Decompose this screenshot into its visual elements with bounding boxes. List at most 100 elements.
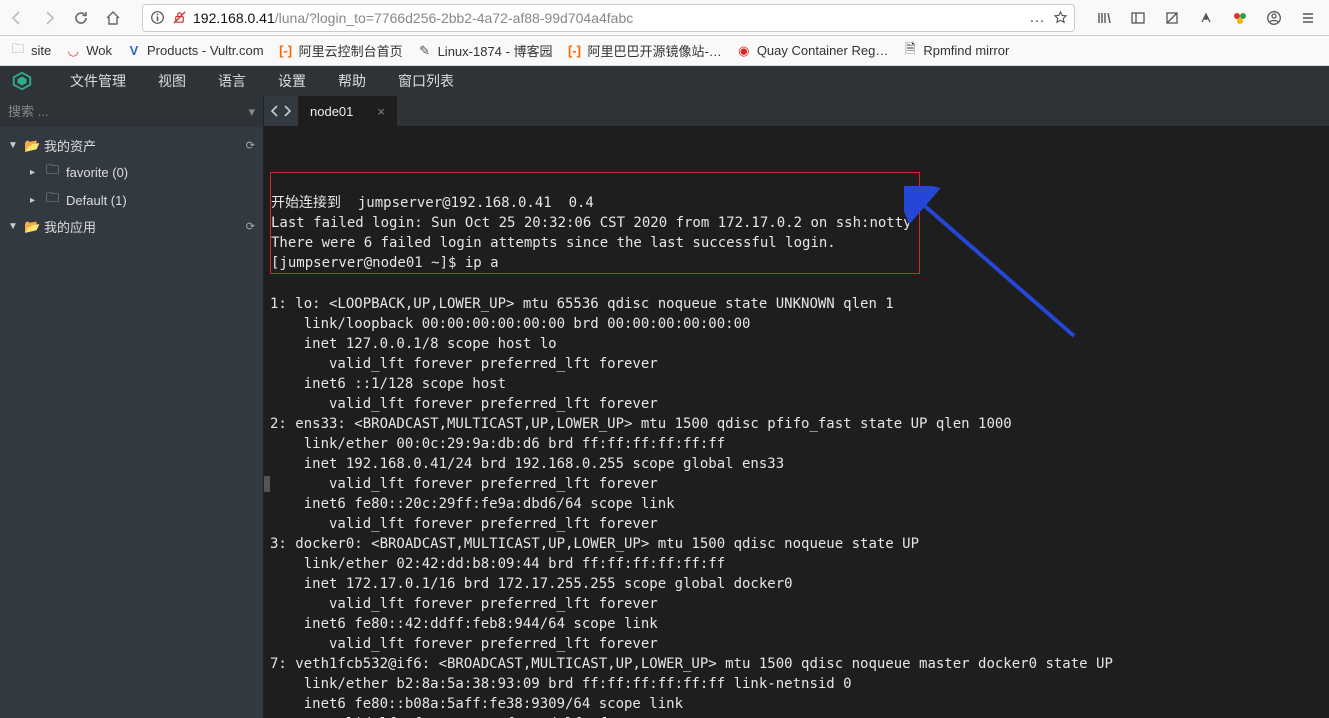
- terminal-line: inet 127.0.0.1/8 scope host lo: [270, 336, 557, 352]
- bookmark-label: Quay Container Reg…: [757, 43, 889, 58]
- close-icon[interactable]: ×: [377, 104, 385, 119]
- back-button[interactable]: [8, 9, 26, 27]
- terminal-line: valid_lft forever preferred_lft forever: [270, 356, 658, 372]
- refresh-icon[interactable]: ⟳: [246, 139, 255, 152]
- folder-icon: 🗀: [46, 189, 62, 211]
- menu-help[interactable]: 帮助: [322, 66, 382, 96]
- caret-down-icon: ▼: [8, 221, 20, 232]
- insecure-icon[interactable]: [171, 10, 187, 26]
- extension-icon-2[interactable]: [1197, 9, 1215, 27]
- terminal-line: inet6 fe80::b08a:5aff:fe38:9309/64 scope…: [270, 696, 683, 712]
- tree-node-assets[interactable]: ▼ 📂 我的资产 ⟳: [0, 133, 263, 158]
- menu-windows[interactable]: 窗口列表: [382, 66, 470, 96]
- annotation-box: 开始连接到 jumpserver@192.168.0.41 0.4 Last f…: [270, 172, 920, 274]
- tree-node-apps[interactable]: ▼ 📂 我的应用 ⟳: [0, 214, 263, 239]
- tree-label: favorite (0): [66, 165, 255, 180]
- favicon-icon: [-]: [278, 43, 294, 59]
- bookmark-aliyun[interactable]: [-] 阿里云控制台首页: [278, 41, 403, 60]
- terminal-line: valid_lft forever preferred_lft forever: [270, 636, 658, 652]
- favicon-icon: ◉: [736, 43, 752, 59]
- sidebar-icon[interactable]: [1129, 9, 1147, 27]
- bookmark-alimirror[interactable]: [-] 阿里巴巴开源镜像站-…: [566, 41, 721, 60]
- bookmark-site[interactable]: 🗀site: [10, 43, 51, 59]
- bookmarks-bar: 🗀site ◡Wok V Products - Vultr.com [-] 阿里云控…: [0, 36, 1329, 66]
- terminal-line: link/ether b2:8a:5a:38:93:09 brd ff:ff:f…: [270, 676, 852, 692]
- browser-menu-icon[interactable]: [1299, 9, 1317, 27]
- menu-lang[interactable]: 语言: [202, 66, 262, 96]
- sidebar: ▾ ▼ 📂 我的资产 ⟳ ▸ 🗀 favorite (0): [0, 96, 264, 718]
- bookmark-star-icon[interactable]: [1052, 10, 1068, 26]
- tree-label: 我的资产: [44, 136, 242, 155]
- terminal-line: link/ether 02:42:dd:b8:09:44 brd ff:ff:f…: [270, 556, 725, 572]
- refresh-icon[interactable]: ⟳: [246, 220, 255, 233]
- folder-icon: 🗀: [46, 161, 62, 183]
- bookmark-label: 阿里云控制台首页: [299, 41, 403, 60]
- terminal-line: link/ether 00:0c:29:9a:db:d6 brd ff:ff:f…: [270, 436, 725, 452]
- favicon-icon: [-]: [566, 43, 582, 59]
- terminal-line: 2: ens33: <BROADCAST,MULTICAST,UP,LOWER_…: [270, 416, 1012, 432]
- tree-node-favorite[interactable]: ▸ 🗀 favorite (0): [22, 158, 263, 186]
- folder-open-icon: 📂: [24, 219, 40, 235]
- splitter-handle[interactable]: [264, 476, 270, 492]
- menu-file[interactable]: 文件管理: [54, 66, 142, 96]
- favicon-icon: 🗎: [902, 43, 918, 59]
- terminal-line: link/loopback 00:00:00:00:00:00 brd 00:0…: [270, 316, 750, 332]
- terminal-line: 3: docker0: <BROADCAST,MULTICAST,UP,LOWE…: [270, 536, 919, 552]
- reload-button[interactable]: [72, 9, 90, 27]
- favicon-icon: ✎: [417, 43, 433, 59]
- bookmark-label: Linux-1874 - 博客园: [438, 41, 553, 60]
- tab-strip: node01 ×: [264, 96, 1329, 126]
- bookmark-rpmfind[interactable]: 🗎Rpmfind mirror: [902, 43, 1009, 59]
- bookmark-quay[interactable]: ◉ Quay Container Reg…: [736, 43, 889, 59]
- app-logo-icon[interactable]: [8, 67, 36, 95]
- library-icon[interactable]: [1095, 9, 1113, 27]
- browser-toolbar: 192.168.0.41/luna/?login_to=7766d256-2bb…: [0, 0, 1329, 36]
- caret-down-icon: ▼: [8, 140, 20, 151]
- extension-icon-3[interactable]: [1231, 9, 1249, 27]
- search-input[interactable]: [6, 100, 248, 123]
- favicon-icon: V: [126, 43, 142, 59]
- caret-right-icon: ▸: [30, 167, 42, 178]
- account-icon[interactable]: [1265, 9, 1283, 27]
- page-actions-dots[interactable]: …: [1030, 10, 1046, 26]
- terminal-line: inet6 ::1/128 scope host: [270, 376, 506, 392]
- tab-scroll-arrows[interactable]: [264, 96, 298, 126]
- chevron-down-icon[interactable]: ▾: [248, 104, 255, 120]
- home-button[interactable]: [104, 9, 122, 27]
- folder-open-icon: 📂: [24, 138, 40, 154]
- terminal-line: valid_lft forever preferred_lft forever: [270, 476, 658, 492]
- menu-view[interactable]: 视图: [142, 66, 202, 96]
- terminal-line: 1: lo: <LOOPBACK,UP,LOWER_UP> mtu 65536 …: [270, 296, 894, 312]
- menu-settings[interactable]: 设置: [262, 66, 322, 96]
- bookmark-label: site: [31, 43, 51, 58]
- search-row: ▾: [0, 96, 263, 127]
- forward-button[interactable]: [40, 9, 58, 27]
- search-actions: ▾: [248, 104, 257, 120]
- tree: ▼ 📂 我的资产 ⟳ ▸ 🗀 favorite (0) ▸ 🗀 Default …: [0, 127, 263, 245]
- terminal-line: [jumpserver@node01 ~]$ ip a: [271, 255, 499, 271]
- site-info-icon[interactable]: [149, 10, 165, 26]
- terminal-line: inet 192.168.0.41/24 brd 192.168.0.255 s…: [270, 456, 784, 472]
- app-root: 文件管理 视图 语言 设置 帮助 窗口列表 ▾ ▼ 📂 我的资产 ⟳: [0, 66, 1329, 718]
- bookmark-label: 阿里巴巴开源镜像站-…: [587, 41, 721, 60]
- main-panel: node01 × 开始连接到 jumpserver@192.168.0.41 0…: [264, 96, 1329, 718]
- terminal-line: 开始连接到 jumpserver@192.168.0.41 0.4: [271, 195, 594, 211]
- tab-label: node01: [310, 104, 353, 119]
- extension-icon-1[interactable]: [1163, 9, 1181, 27]
- nav-button-group: [8, 9, 122, 27]
- bookmark-wok[interactable]: ◡Wok: [65, 43, 112, 59]
- tree-node-default[interactable]: ▸ 🗀 Default (1): [22, 186, 263, 214]
- caret-right-icon: ▸: [30, 195, 42, 206]
- terminal-line: inet6 fe80::42:ddff:feb8:944/64 scope li…: [270, 616, 658, 632]
- bookmark-label: Products - Vultr.com: [147, 43, 264, 58]
- bookmark-cnblogs[interactable]: ✎ Linux-1874 - 博客园: [417, 41, 553, 60]
- tree-label: 我的应用: [44, 217, 242, 236]
- bookmark-vultr[interactable]: V Products - Vultr.com: [126, 43, 264, 59]
- tab-node01[interactable]: node01 ×: [298, 96, 398, 126]
- url-text[interactable]: 192.168.0.41/luna/?login_to=7766d256-2bb…: [193, 10, 1024, 26]
- terminal[interactable]: 开始连接到 jumpserver@192.168.0.41 0.4 Last f…: [264, 126, 1329, 718]
- terminal-line: valid_lft forever preferred_lft forever: [270, 396, 658, 412]
- annotation-arrow: [904, 186, 1084, 346]
- terminal-line: 7: veth1fcb532@if6: <BROADCAST,MULTICAST…: [270, 656, 1113, 672]
- url-bar[interactable]: 192.168.0.41/luna/?login_to=7766d256-2bb…: [142, 4, 1075, 32]
